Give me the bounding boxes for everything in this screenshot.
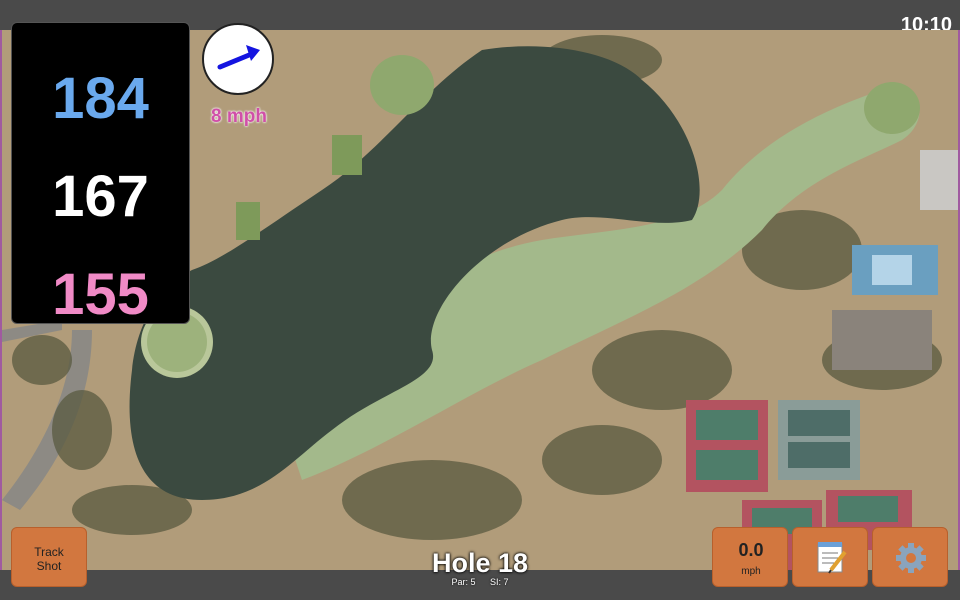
hole-info: Par: 5 SI: 7 <box>380 577 580 587</box>
hole-stroke-index: SI: 7 <box>490 577 509 587</box>
wind-direction-dial <box>202 23 274 95</box>
track-shot-label-line2: Shot <box>36 559 62 573</box>
middle-of-green-distance: 167 <box>52 164 149 229</box>
track-shot-label-line1: Track <box>34 545 64 559</box>
notes-button[interactable] <box>792 527 868 587</box>
track-shot-button[interactable]: Track Shot <box>11 527 87 587</box>
back-of-green-distance: 184 <box>52 66 149 131</box>
front-of-green-distance: 155 <box>52 262 149 327</box>
gear-icon <box>896 543 926 573</box>
speed-button[interactable]: 0.0 mph <box>712 527 788 587</box>
notepad-icon <box>817 542 847 574</box>
speed-unit: mph <box>741 566 761 577</box>
wind-arrow-icon <box>217 45 260 70</box>
hole-par: Par: 5 <box>451 577 476 587</box>
settings-button[interactable] <box>872 527 948 587</box>
wind-speed: 8 mph <box>211 106 267 127</box>
hole-title: Hole 18 <box>431 548 529 578</box>
speed-value: 0.0 <box>738 540 764 560</box>
distance-panel: 184 167 155 <box>11 22 190 327</box>
